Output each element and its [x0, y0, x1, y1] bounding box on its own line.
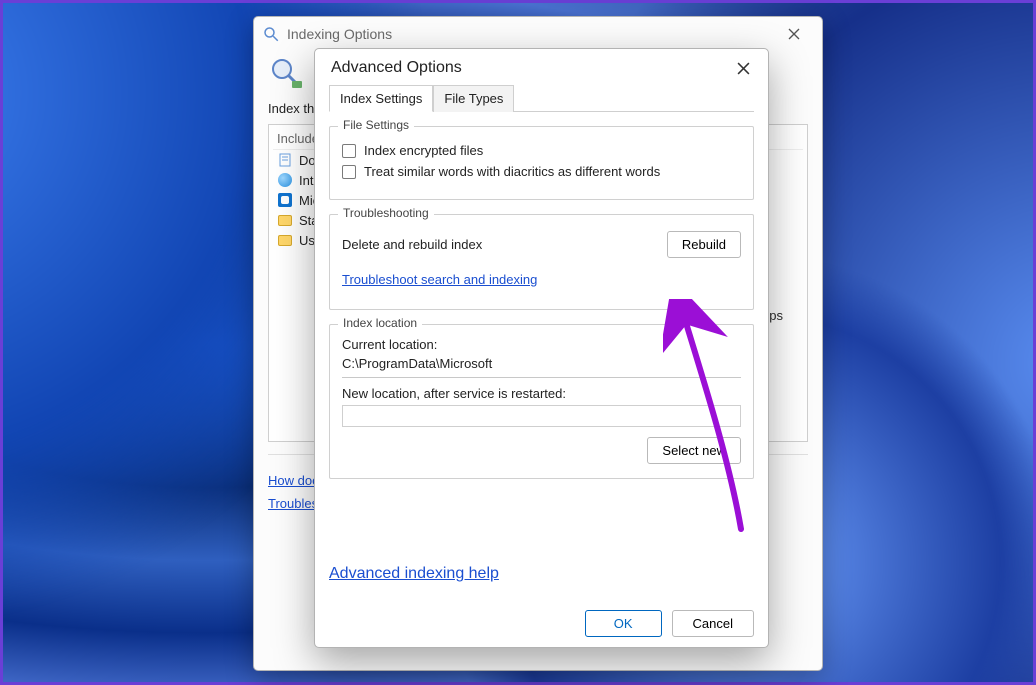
file-settings-legend: File Settings	[338, 118, 414, 132]
index-encrypted-checkbox-row: Index encrypted files	[342, 143, 741, 158]
current-location-label: Current location:	[342, 337, 741, 352]
dialog-footer: OK Cancel	[585, 610, 754, 637]
file-settings-group: File Settings Index encrypted files Trea…	[329, 126, 754, 200]
document-icon	[277, 152, 293, 168]
index-location-group: Index location Current location: C:\Prog…	[329, 324, 754, 479]
tab-index-settings[interactable]: Index Settings	[329, 85, 433, 112]
diacritics-label: Treat similar words with diacritics as d…	[364, 164, 660, 179]
dialog-titlebar: Advanced Options	[315, 49, 768, 85]
parent-close-icon[interactable]	[774, 17, 814, 51]
diacritics-checkbox-row: Treat similar words with diacritics as d…	[342, 164, 741, 179]
advanced-options-dialog: Advanced Options Index Settings File Typ…	[314, 48, 769, 648]
ok-button[interactable]: OK	[585, 610, 662, 637]
parent-title: Indexing Options	[287, 26, 392, 42]
current-location-path: C:\ProgramData\Microsoft	[342, 354, 741, 378]
index-encrypted-checkbox[interactable]	[342, 144, 356, 158]
troubleshooting-group: Troubleshooting Delete and rebuild index…	[329, 214, 754, 310]
index-location-legend: Index location	[338, 316, 422, 330]
cancel-button[interactable]: Cancel	[672, 610, 754, 637]
folder-icon	[277, 232, 293, 248]
diacritics-checkbox[interactable]	[342, 165, 356, 179]
index-encrypted-label: Index encrypted files	[364, 143, 483, 158]
parent-titlebar: Indexing Options	[254, 17, 822, 51]
dialog-close-icon[interactable]	[726, 62, 760, 75]
new-location-label: New location, after service is restarted…	[342, 386, 741, 401]
search-illustration-icon	[268, 55, 304, 91]
tab-file-types[interactable]: File Types	[433, 85, 514, 112]
troubleshoot-search-link[interactable]: Troubleshoot search and indexing	[342, 272, 537, 287]
troubleshoot-link[interactable]: Troubles	[268, 496, 318, 511]
advanced-indexing-help-link[interactable]: Advanced indexing help	[329, 565, 499, 583]
troubleshooting-legend: Troubleshooting	[338, 206, 434, 220]
folder-icon	[277, 212, 293, 228]
globe-icon	[277, 172, 293, 188]
select-new-button[interactable]: Select new	[647, 437, 741, 464]
rebuild-button[interactable]: Rebuild	[667, 231, 741, 258]
new-location-input[interactable]	[342, 405, 741, 427]
how-does-link[interactable]: How doe	[268, 473, 319, 488]
dialog-title: Advanced Options	[331, 59, 462, 77]
delete-rebuild-label: Delete and rebuild index	[342, 237, 482, 252]
search-options-icon	[262, 25, 280, 43]
tabs: Index Settings File Types	[329, 85, 754, 112]
outlook-icon	[277, 192, 293, 208]
